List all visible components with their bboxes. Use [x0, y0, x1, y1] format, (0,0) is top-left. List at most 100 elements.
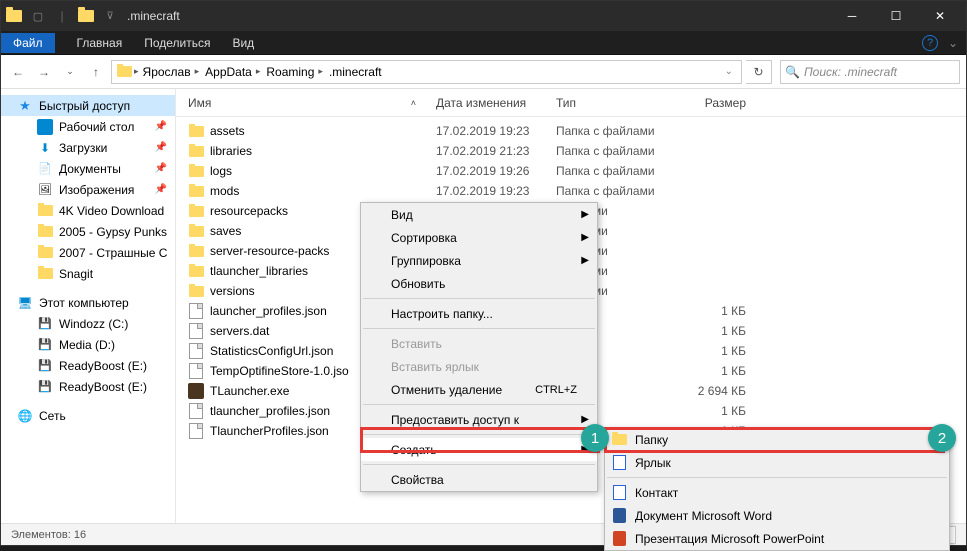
- nav-back-icon[interactable]: ←: [7, 61, 29, 83]
- help-icon[interactable]: ?: [922, 35, 938, 51]
- breadcrumb-seg-3[interactable]: .minecraft: [327, 65, 384, 79]
- cm-share-access[interactable]: Предоставить доступ к▶: [361, 408, 597, 431]
- file-type: Папка с файлами: [556, 124, 676, 138]
- sidebar-item-desktop[interactable]: Рабочий стол📌: [1, 116, 175, 137]
- cm-create-ppt[interactable]: Презентация Microsoft PowerPoint: [605, 527, 949, 550]
- file-name: TempOptifineStore-1.0.jso: [210, 364, 349, 378]
- sidebar-item-2007[interactable]: 2007 - Страшные С: [1, 242, 175, 263]
- annotation-badge-1: 1: [581, 424, 609, 452]
- tab-share[interactable]: Поделиться: [144, 36, 210, 50]
- desktop-icon: [37, 119, 53, 135]
- folder-icon: [188, 143, 204, 159]
- column-name[interactable]: Имя˄: [188, 96, 436, 110]
- exe-icon: [188, 383, 204, 399]
- cm-group[interactable]: Группировка▶: [361, 249, 597, 272]
- nav-history-icon[interactable]: ⌄: [59, 61, 81, 83]
- pin-icon: 📌: [155, 142, 167, 153]
- file-name: assets: [210, 124, 245, 138]
- breadcrumb-seg-0[interactable]: Ярослав▸: [141, 65, 202, 79]
- submenu-arrow-icon: ▶: [581, 255, 589, 266]
- tab-file[interactable]: Файл: [1, 33, 55, 53]
- breadcrumb-seg-2[interactable]: Roaming▸: [264, 65, 325, 79]
- nav-arrows: ← → ⌄ ↑: [7, 61, 107, 83]
- sidebar-drive-e2[interactable]: ReadyBoost (E:): [1, 376, 175, 397]
- folder-icon: [37, 245, 53, 261]
- file-type: Папка с файлами: [556, 164, 676, 178]
- sidebar-item-4kvideo[interactable]: 4K Video Download: [1, 200, 175, 221]
- file-name: TlauncherProfiles.json: [210, 424, 329, 438]
- file-name: logs: [210, 164, 232, 178]
- file-name: TLauncher.exe: [210, 384, 289, 398]
- column-type[interactable]: Тип: [556, 96, 676, 110]
- sidebar-drive-d[interactable]: Media (D:): [1, 334, 175, 355]
- breadcrumb-dropdown-icon[interactable]: ⌄: [725, 66, 737, 77]
- qat-icon[interactable]: ▢: [29, 7, 47, 25]
- cm-view[interactable]: Вид▶: [361, 203, 597, 226]
- sidebar-drive-c[interactable]: Windozz (C:): [1, 313, 175, 334]
- breadcrumb[interactable]: ▸ Ярослав▸ AppData▸ Roaming▸ .minecraft …: [111, 60, 742, 84]
- file-name: versions: [210, 284, 255, 298]
- qat-chevron-icon[interactable]: ⊽: [101, 7, 119, 25]
- menu-separator: [363, 434, 595, 435]
- sidebar-drive-e1[interactable]: ReadyBoost (E:): [1, 355, 175, 376]
- sidebar-item-gypsy[interactable]: 2005 - Gypsy Punks: [1, 221, 175, 242]
- download-icon: [37, 140, 53, 156]
- sidebar-item-downloads[interactable]: Загрузки📌: [1, 137, 175, 158]
- file-row[interactable]: assets17.02.2019 19:23Папка с файлами: [176, 121, 966, 141]
- titlebar[interactable]: ▢ | ⊽ .minecraft ─ ☐ ✕: [1, 1, 966, 31]
- sort-asc-icon: ˄: [411, 98, 416, 108]
- cm-sort[interactable]: Сортировка▶: [361, 226, 597, 249]
- sidebar-quick-access[interactable]: Быстрый доступ: [1, 95, 175, 116]
- tab-home[interactable]: Главная: [77, 36, 123, 50]
- drive-icon: [37, 358, 53, 374]
- file-size: 2 694 КБ: [676, 384, 756, 398]
- search-input[interactable]: 🔍 Поиск: .minecraft: [780, 60, 960, 84]
- documents-icon: [37, 161, 53, 177]
- file-size: 1 КБ: [676, 364, 756, 378]
- file-row[interactable]: libraries17.02.2019 21:23Папка с файлами: [176, 141, 966, 161]
- file-name: saves: [210, 224, 241, 238]
- sidebar-item-documents[interactable]: Документы📌: [1, 158, 175, 179]
- drive-icon: [37, 337, 53, 353]
- sidebar-item-snagit[interactable]: Snagit: [1, 263, 175, 284]
- cm-properties[interactable]: Свойства: [361, 468, 597, 491]
- nav-forward-icon[interactable]: →: [33, 61, 55, 83]
- minimize-button[interactable]: ─: [830, 1, 874, 31]
- refresh-button[interactable]: ↻: [746, 60, 772, 84]
- star-icon: [17, 98, 33, 114]
- nav-up-icon[interactable]: ↑: [85, 61, 107, 83]
- sidebar-network[interactable]: Сеть: [1, 405, 175, 426]
- column-date[interactable]: Дата изменения: [436, 96, 556, 110]
- network-icon: [17, 408, 33, 424]
- column-size[interactable]: Размер: [676, 96, 756, 110]
- submenu-arrow-icon: ▶: [581, 232, 589, 243]
- ribbon-expand-icon[interactable]: ⌄: [948, 36, 958, 50]
- sidebar-this-pc[interactable]: Этот компьютер: [1, 292, 175, 313]
- drive-icon: [37, 379, 53, 395]
- file-name: servers.dat: [210, 324, 269, 338]
- folder-icon: [611, 432, 627, 448]
- annotation-badge-2: 2: [928, 424, 956, 452]
- cm-refresh[interactable]: Обновить: [361, 272, 597, 295]
- cm-create[interactable]: Создать▶: [361, 438, 597, 461]
- cm-create-folder[interactable]: Папку: [605, 428, 949, 451]
- cm-create-contact[interactable]: Контакт: [605, 481, 949, 504]
- menu-separator: [363, 404, 595, 405]
- tab-view[interactable]: Вид: [232, 36, 254, 50]
- close-button[interactable]: ✕: [918, 1, 962, 31]
- menu-separator: [363, 298, 595, 299]
- file-row[interactable]: logs17.02.2019 19:26Папка с файлами: [176, 161, 966, 181]
- chevron-right-icon[interactable]: ▸: [134, 66, 139, 77]
- file-name: launcher_profiles.json: [210, 304, 327, 318]
- shortcut-label: CTRL+Z: [535, 384, 577, 396]
- cm-create-shortcut[interactable]: Ярлык: [605, 451, 949, 474]
- sidebar-item-pictures[interactable]: Изображения📌: [1, 179, 175, 200]
- cm-create-word[interactable]: Документ Microsoft Word: [605, 504, 949, 527]
- file-row[interactable]: mods17.02.2019 19:23Папка с файлами: [176, 181, 966, 201]
- maximize-button[interactable]: ☐: [874, 1, 918, 31]
- pin-icon: 📌: [155, 184, 167, 195]
- breadcrumb-seg-1[interactable]: AppData▸: [203, 65, 262, 79]
- cm-undo[interactable]: Отменить удалениеCTRL+Z: [361, 378, 597, 401]
- cm-customize[interactable]: Настроить папку...: [361, 302, 597, 325]
- file-icon: [188, 303, 204, 319]
